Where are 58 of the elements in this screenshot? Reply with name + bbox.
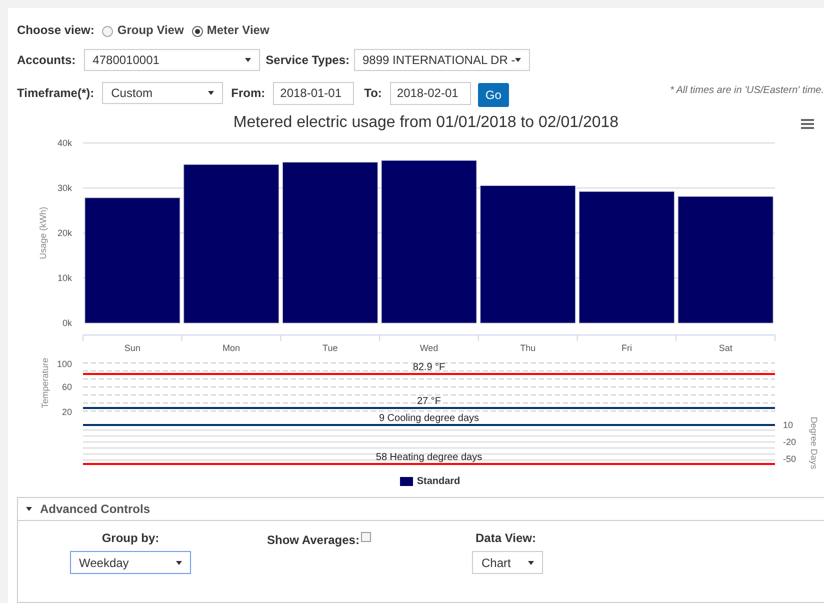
caret-icon xyxy=(528,560,534,566)
from-date-field[interactable]: 2018-01-01 xyxy=(273,82,354,104)
timezone-note: * All times are in 'US/Eastern' time. xyxy=(670,84,824,98)
data-view-select[interactable]: Chart xyxy=(472,551,544,574)
checkbox[interactable] xyxy=(361,532,372,542)
axis-tick-label: 10k xyxy=(57,273,72,283)
go-button[interactable]: Go xyxy=(478,83,509,107)
field-label: Service Types: xyxy=(266,52,350,69)
group-by-select[interactable]: Weekday xyxy=(70,551,191,574)
axis-title: Temperature xyxy=(40,358,50,408)
reference-label: 82.9 °F xyxy=(412,362,446,373)
reference-label: 27 °F xyxy=(417,396,441,407)
axis-title: Degree Days xyxy=(809,416,819,470)
field-label: Data View: xyxy=(475,530,536,547)
field-label: To: xyxy=(364,85,382,102)
axis-tick-label: -20 xyxy=(783,437,796,447)
axis-tick-label: Sat xyxy=(718,343,732,353)
axis-tick-label: 100 xyxy=(56,359,72,369)
radio-button[interactable] xyxy=(192,26,203,37)
axis-tick-label: 60 xyxy=(62,382,72,392)
caret-icon xyxy=(208,90,214,96)
field-label: Choose view: xyxy=(17,22,94,39)
axis-tick-label: 10 xyxy=(783,420,794,430)
radio-label[interactable]: Group View xyxy=(117,21,184,39)
to-date-field[interactable]: 2018-02-01 xyxy=(390,82,471,104)
reference-label: 9 Cooling degree days xyxy=(378,413,480,424)
caret-icon xyxy=(515,57,522,63)
field-label: From: xyxy=(231,85,266,102)
axis-tick-label: 30k xyxy=(57,183,72,193)
axis-tick-label: 40k xyxy=(57,138,72,148)
axis-tick-label: Wed xyxy=(420,343,438,353)
axis-tick-label: 20 xyxy=(62,407,72,417)
axis-title: Usage (kWh) xyxy=(38,206,48,260)
caret-icon xyxy=(176,560,182,566)
axis-tick-label: 0k xyxy=(62,318,72,328)
field-label: Group by: xyxy=(102,530,160,547)
reference-label: 58 Heating degree days xyxy=(376,452,482,463)
axis-tick-label: Sun xyxy=(124,343,140,353)
timeframe-select[interactable]: Custom xyxy=(102,82,224,104)
service-types-select[interactable]: 9899 INTERNATIONAL DR - xyxy=(354,49,530,71)
legend-label[interactable]: Standard xyxy=(416,474,460,488)
caret-icon xyxy=(244,57,251,63)
axis-tick-label: Fri xyxy=(621,343,632,353)
axis-tick-label: -50 xyxy=(783,454,796,464)
axis-tick-label: 20k xyxy=(57,228,72,238)
field-label: Timeframe(*): xyxy=(17,85,94,102)
axis-tick-label: Tue xyxy=(322,343,338,353)
field-label: Accounts: xyxy=(17,52,76,69)
menu-icon[interactable] xyxy=(801,119,814,129)
radio-label[interactable]: Meter View xyxy=(206,21,270,39)
field-label: Show Averages: xyxy=(267,532,360,549)
chart-title: Metered electric usage from 01/01/2018 to 02/01/2018 xyxy=(233,113,619,133)
accounts-select[interactable]: 4780010001 xyxy=(84,49,260,71)
axis-tick-label: Thu xyxy=(520,343,536,353)
panel-title: Advanced Controls xyxy=(40,501,150,518)
panel-header[interactable]: Advanced Controls xyxy=(18,498,824,521)
radio-button[interactable] xyxy=(102,26,114,37)
axis-tick-label: Mon xyxy=(222,343,240,353)
